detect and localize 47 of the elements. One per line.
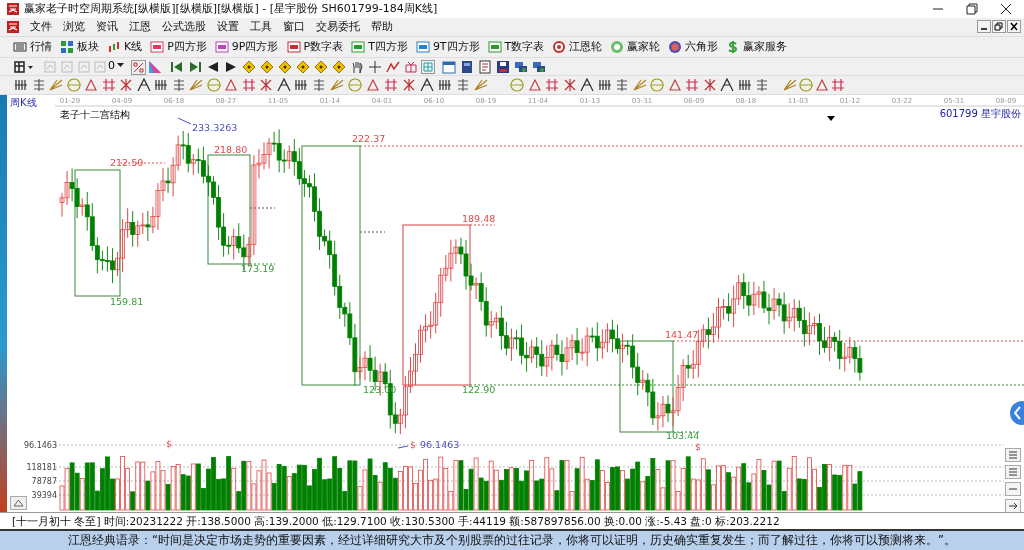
window-title: 赢家老子时空周期系统[纵横版][纵横版][纵横版] - [星宇股份 SH601799-184周K线] [24,1,438,17]
toolbar-button[interactable]: 江恩轮 [549,39,606,55]
menu-item[interactable]: 帮助 [371,19,393,35]
menu-item[interactable]: 公式选股 [162,19,206,35]
signal-marker: $ [410,440,416,450]
indicator-title: 老子十二宫结构 [60,109,130,120]
price-label: 173.19 [241,263,275,274]
signal-marker: $ [166,439,172,449]
toolbar-button[interactable]: P数字表 [283,39,347,55]
toolbar-button[interactable]: 板块 [57,39,102,55]
price-label: 96.1463 [420,439,460,450]
toolbar-button[interactable]: 9P四方形 [211,39,282,55]
axis-label: 78787 [31,477,57,486]
period-label: 周K线 [10,97,37,108]
price-label: 218.80 [214,144,248,155]
menu-item[interactable]: 文件 [30,19,52,35]
menu-item[interactable]: 设置 [217,19,239,35]
quote-bar: 江恩经典语录：“时间是决定市场走势的重要因素，经过详细研究大市及个别股票的过往记录，你将可以证明，历史确实重复发生；而了解过往，你将可以预测将来。”。 [0,529,1024,550]
toolbar-button[interactable]: 9T四方形 [412,39,483,55]
price-label: 141.47 [665,329,699,340]
axis-label: 96.1463 [23,441,57,450]
menu-item[interactable]: 江恩 [129,19,151,35]
signal-marker: $ [695,442,701,452]
menu-item[interactable]: 浏览 [63,19,85,35]
axis-label: 118181 [26,463,57,472]
axis-label: 39394 [31,491,57,500]
price-label: 212.50 [110,157,144,168]
menu-item[interactable]: 资讯 [96,19,118,35]
menu-item[interactable]: 交易委托 [316,19,360,35]
price-label: 122.90 [462,384,496,395]
price-label: 222.37 [352,133,386,144]
price-label: 233.3263 [192,122,238,133]
toolbar-button[interactable]: T数字表 [484,39,548,55]
toolbar-button[interactable]: 赢家轮 [607,39,664,55]
toolbar-button[interactable]: 行情 [10,39,55,55]
period-dropdown[interactable]: 0 [108,58,124,72]
menu-item[interactable]: 工具 [250,19,272,35]
toolbar-button[interactable]: P四方形 [147,39,210,55]
stock-name: 601799 星宇股份 [939,108,1021,119]
toolbar-button[interactable]: 赢家服务 [723,39,791,55]
toolbar-button[interactable]: 六角形 [665,39,722,55]
price-label: 189.48 [462,213,496,224]
price-label: 159.81 [110,296,144,307]
price-label: 103.44 [666,430,700,441]
menu-item[interactable]: 窗口 [283,19,305,35]
toolbar-button[interactable]: K线 [104,39,146,55]
toolbar-button[interactable]: T四方形 [348,39,411,55]
